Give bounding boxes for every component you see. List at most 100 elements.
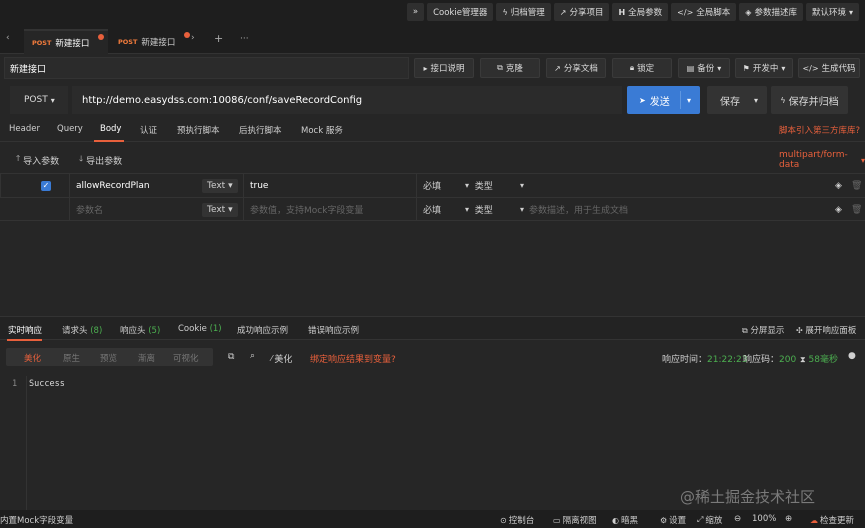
theme-toggle[interactable]: ◐ 暗黑 bbox=[612, 514, 638, 527]
required-select[interactable]: 必填 bbox=[423, 174, 441, 197]
tab-error-example[interactable]: 错误响应示例 bbox=[308, 324, 359, 336]
expand-panel-button[interactable]: ✣ 展开响应面板 bbox=[796, 324, 856, 336]
method-select[interactable]: POST ▾ bbox=[10, 86, 68, 114]
zoom-control[interactable]: ⤢ 缩放 bbox=[697, 514, 722, 526]
status-select[interactable]: ⚑ 开发中 ▾ bbox=[735, 58, 793, 78]
add-tab-button[interactable]: + bbox=[214, 32, 223, 45]
environment-select[interactable]: 默认环境 ▾ bbox=[805, 3, 859, 21]
row-checkbox[interactable]: ✓ bbox=[41, 174, 51, 197]
save-archive-button[interactable]: ϟ 保存并归档 bbox=[771, 86, 848, 114]
bind-response-link[interactable]: 绑定响应结果到变量? bbox=[310, 352, 396, 365]
clone-button[interactable]: ⧉ 克隆 bbox=[480, 58, 540, 78]
save-button[interactable]: 保存 ▾ bbox=[707, 86, 767, 114]
delete-icon[interactable]: 🗑︎ bbox=[851, 198, 862, 221]
chevron-down-icon: ▾ bbox=[520, 205, 525, 214]
share-doc-button[interactable]: ↗ 分享文档 bbox=[546, 58, 606, 78]
tab-pre-script[interactable]: 预执行脚本 bbox=[177, 124, 220, 136]
beautify-button[interactable]: ⁄ 美化 bbox=[271, 352, 292, 365]
cube-icon[interactable]: ◈ bbox=[835, 174, 842, 197]
expand-button[interactable]: » bbox=[406, 3, 425, 21]
global-params-button[interactable]: H 全局参数 bbox=[612, 3, 669, 21]
settings-button[interactable]: ⚙ 设置 bbox=[660, 514, 686, 527]
third-party-lib-link[interactable]: 脚本引入第三方库库? bbox=[779, 124, 860, 136]
tab-success-example[interactable]: 成功响应示例 bbox=[237, 324, 288, 336]
cookie-manager-button[interactable]: Cookie管理器 bbox=[427, 3, 494, 21]
tab-post-script[interactable]: 后执行脚本 bbox=[239, 124, 282, 136]
mode-fade[interactable]: 渐离 bbox=[138, 352, 155, 364]
view-icon: ▭ bbox=[553, 515, 561, 525]
tab-response-headers[interactable]: 响应头 (5) bbox=[120, 324, 160, 336]
import-params-button[interactable]: 🡑 导入参数 bbox=[16, 153, 59, 167]
param-key-input[interactable]: 参数名 bbox=[76, 198, 103, 221]
api-doc-button[interactable]: ▸ 接口说明 bbox=[414, 58, 474, 78]
zoom-out-icon[interactable]: ⊖ bbox=[734, 514, 741, 524]
mode-raw[interactable]: 原生 bbox=[63, 352, 80, 364]
split-view-button[interactable]: ⧉ 分屏显示 bbox=[742, 324, 784, 336]
share-icon: ↗ bbox=[554, 63, 561, 73]
check-update-button[interactable]: ☁ 检查更新 bbox=[810, 514, 854, 527]
lock-button[interactable]: 🔒︎ 锁定 bbox=[612, 58, 672, 78]
export-params-button[interactable]: 🡓 导出参数 bbox=[79, 153, 122, 167]
tab-cookie[interactable]: Cookie (1) bbox=[178, 324, 222, 334]
body-type-select[interactable]: multipart/form-data ▾ bbox=[779, 150, 865, 170]
isolated-view-toggle[interactable]: ▭ 隔离视图 bbox=[553, 514, 597, 527]
mode-pretty[interactable]: 美化 bbox=[24, 352, 41, 364]
backup-button[interactable]: ▤ 备份 ▾ bbox=[678, 58, 730, 78]
tabs-scroll-left-icon[interactable]: ‹ bbox=[6, 33, 10, 43]
value-type-select[interactable]: ▾ 类型 bbox=[465, 198, 493, 221]
param-desc-input[interactable]: ▾ 参数描述，用于生成文档 bbox=[520, 198, 628, 221]
param-value-input[interactable]: 参数值，支持Mock字段变量 bbox=[250, 198, 363, 221]
global-script-button[interactable]: </> 全局脚本 bbox=[671, 3, 737, 21]
tabs-scroll-right-icon[interactable]: › bbox=[191, 33, 195, 43]
mock-fields-link[interactable]: 内置Mock字段变量 bbox=[0, 514, 73, 526]
delete-icon[interactable]: 🗑︎ bbox=[851, 174, 862, 197]
settings-dot-icon[interactable]: ● bbox=[848, 351, 856, 361]
request-tab[interactable]: POST 新建接口 bbox=[24, 29, 108, 54]
param-desc-input[interactable]: ▾ bbox=[520, 174, 524, 197]
lock-icon: 🔒︎ bbox=[629, 63, 635, 72]
chevron-down-icon: ▾ bbox=[717, 63, 722, 73]
tab-request-headers[interactable]: 请求头 (8) bbox=[62, 324, 102, 336]
request-tab[interactable]: POST 新建接口 bbox=[110, 29, 194, 54]
copy-icon[interactable]: ⧉ bbox=[228, 352, 234, 362]
tab-query[interactable]: Query bbox=[57, 124, 83, 134]
tab-header[interactable]: Header bbox=[9, 124, 40, 134]
api-name-input[interactable]: 新建接口 bbox=[4, 57, 409, 79]
cube-icon[interactable]: ◈ bbox=[835, 198, 842, 221]
flag-icon: ⚑ bbox=[742, 63, 750, 73]
save-options-icon[interactable]: ▾ bbox=[754, 96, 758, 105]
zoom-icon: ⤢ bbox=[697, 515, 704, 524]
param-value-input[interactable]: true bbox=[250, 174, 268, 197]
tab-live-response[interactable]: 实时响应 bbox=[8, 324, 42, 336]
param-type-select[interactable]: Text ▾ bbox=[202, 174, 238, 197]
unsaved-dot-icon bbox=[98, 34, 104, 40]
share-project-button[interactable]: ↗ 分享项目 bbox=[553, 3, 610, 21]
required-select[interactable]: 必填 bbox=[423, 198, 441, 221]
console-button[interactable]: ⊙ 控制台 bbox=[500, 514, 534, 527]
tab-body[interactable]: Body bbox=[100, 124, 121, 134]
param-key-input[interactable]: allowRecordPlan bbox=[76, 174, 150, 197]
cube-icon: ◈ bbox=[745, 7, 752, 17]
value-type-select[interactable]: ▾ 类型 bbox=[465, 174, 493, 197]
tab-auth[interactable]: 认证 bbox=[140, 124, 157, 136]
url-input[interactable]: http://demo.easydss.com:10086/conf/saveR… bbox=[72, 86, 622, 114]
tab-mock[interactable]: Mock 服务 bbox=[301, 124, 343, 136]
unsaved-dot-icon bbox=[184, 32, 190, 38]
send-button[interactable]: ➤ 发送 ▾ bbox=[627, 86, 700, 114]
search-icon[interactable]: ⌕ bbox=[250, 351, 255, 361]
mode-visual[interactable]: 可视化 bbox=[173, 352, 199, 364]
expand-icon: ✣ bbox=[796, 326, 803, 335]
status-bar: 内置Mock字段变量 ⊙ 控制台 ▭ 隔离视图 ◐ 暗黑 ⚙ 设置 ⤢ 缩放 ⊖ 100%… bbox=[0, 510, 865, 528]
response-toolbar: 美化 原生 预览 渐离 可视化 ⧉ ⌕ ⁄ 美化 绑定响应结果到变量? 响应时间：… bbox=[0, 348, 865, 368]
zoom-in-icon[interactable]: ⊕ bbox=[785, 514, 792, 524]
param-type-select[interactable]: Text ▾ bbox=[202, 198, 238, 221]
more-tabs-button[interactable]: ··· bbox=[240, 34, 249, 44]
lightning-icon: ϟ bbox=[780, 95, 786, 105]
copy-icon: ⧉ bbox=[497, 63, 503, 72]
generate-code-button[interactable]: </> 生成代码 bbox=[798, 58, 860, 78]
send-options-icon[interactable]: ▾ bbox=[687, 96, 691, 105]
response-duration: ⧗ 58毫秒 bbox=[800, 355, 838, 365]
param-desc-lib-button[interactable]: ◈ 参数描述库 bbox=[739, 3, 803, 21]
mode-preview[interactable]: 预览 bbox=[100, 352, 117, 364]
archive-manager-button[interactable]: ϟ 归档管理 bbox=[496, 3, 551, 21]
